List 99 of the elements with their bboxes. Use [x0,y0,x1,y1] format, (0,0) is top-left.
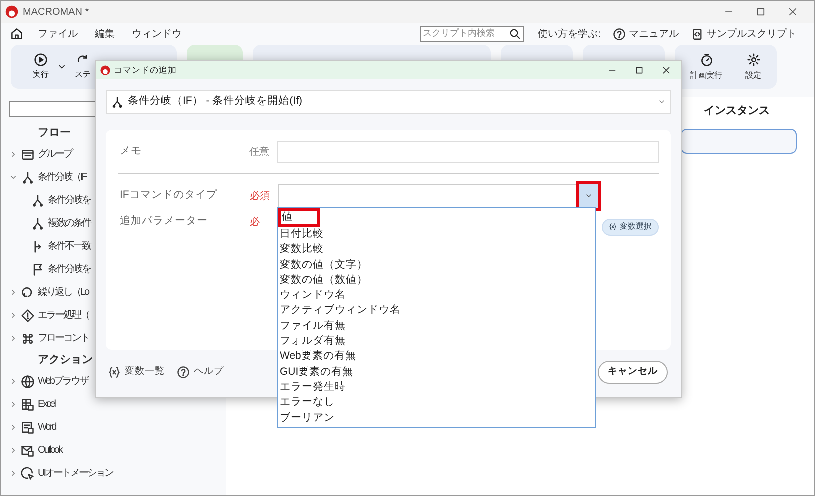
expand-chevron-icon[interactable] [9,423,18,432]
dropdown-option[interactable]: 変数の値（数値） [278,272,595,288]
tree-item[interactable]: エラー処理（ [38,308,89,323]
dropdown-option[interactable]: ウィンドウ名 [278,288,595,304]
dropdown-option[interactable]: 日付比較 [278,227,595,242]
toolbar-button[interactable]: 計画実行 [690,52,722,82]
dropdown-option[interactable]: エラー発生時 [278,380,595,396]
tree-item[interactable]: フローコント [38,331,89,346]
select-field[interactable] [278,184,598,208]
toolbar-button[interactable]: 実行 [33,53,49,81]
field-label: IFコマンドのタイプ [119,188,218,204]
search-icon [509,28,522,40]
home-icon [10,27,24,41]
expand-chevron-icon[interactable] [9,334,18,343]
help-link[interactable]: マニュアル [613,26,679,42]
dropdown-option[interactable]: ブーリアン [278,410,595,426]
help-link[interactable]: サンプルスクリプト [691,26,797,42]
tree-item[interactable]: 繰り返し（Lo [38,285,89,300]
branch-icon [31,216,45,230]
expand-chevron-icon[interactable] [9,173,18,182]
tree-item[interactable]: グループ [38,147,72,162]
menu-item[interactable]: ファイル [38,26,78,42]
branch-icon [31,194,45,208]
close-icon [662,66,671,74]
field-label: メモ [119,144,143,160]
flag-icon [31,262,45,276]
tree-item[interactable]: 複数の条件 [48,216,90,231]
requirement-label: 必須 [250,190,271,204]
search-field[interactable]: スクリプト内検索 [420,26,524,42]
menu-item[interactable]: 編集 [95,26,115,42]
expand-chevron-icon[interactable] [9,400,18,409]
script-icon [691,28,704,40]
dropdown-option[interactable]: 変数の値（文字） [278,258,595,273]
section-heading: アクション [38,352,93,368]
dropdown-option[interactable]: GUI要素の有無 [278,364,595,380]
tree-item[interactable]: Word [38,420,56,435]
toolbar-button[interactable]: ステ [75,53,91,81]
cancel-button[interactable]: キャンセル [598,361,668,384]
footer-link[interactable]: ヘルプ [177,365,224,380]
settings-icon [746,52,760,66]
warning-icon [21,308,35,322]
variable-select-button[interactable]: 変数選択 [602,218,659,236]
section-heading: フロー [38,126,71,141]
requirement-label: 必 [250,216,261,230]
folder-icon [21,148,35,162]
dropdown-option[interactable]: Web要素の有無 [278,349,595,365]
cursor-icon [21,466,35,480]
expand-chevron-icon[interactable] [9,311,18,320]
close-icon [788,7,798,17]
chevron-down-icon [658,98,666,106]
tree-item[interactable]: 条件分岐（IF [38,170,86,185]
branch-icon [21,170,35,184]
dialog-title: コマンドの追加 [114,64,177,76]
input-field[interactable] [681,128,797,154]
help-icon [177,366,190,379]
document-icon [21,420,35,434]
expand-chevron-icon[interactable] [9,469,18,478]
help-label: 使い方を学ぶ: [538,28,601,42]
tree-item[interactable]: 条件分岐を [48,262,90,277]
maximize-icon [756,7,766,17]
variable-icon [609,223,617,231]
maximize-icon [635,66,644,74]
tree-item[interactable]: UIオートメーション [38,466,113,481]
dropdown-option[interactable]: ファイル有無 [278,318,595,334]
expand-chevron-icon[interactable] [9,288,18,297]
footer-link[interactable]: 変数一覧 [108,365,165,380]
loop-icon [21,286,35,300]
branch-icon [111,96,124,108]
variable-icon [108,366,121,379]
dropdown-option[interactable]: 値 [278,208,320,227]
dropdown-option[interactable]: エラーなし [278,395,595,411]
menu-item[interactable]: ウィンドウ [132,26,182,42]
tree-item[interactable]: 条件不一致 [48,239,90,254]
toolbar-button[interactable]: 設定 [746,52,762,82]
chevron-down-icon [584,192,592,200]
dropdown-option[interactable]: フォルダ有無 [278,334,595,350]
field-label: 追加パラメーター [119,214,209,230]
window-title: MACROMAN * [23,6,90,20]
logo-icon [100,64,111,76]
help-icon [613,28,626,40]
tree-item[interactable]: Excel [38,397,55,412]
spreadsheet-icon [21,398,35,412]
dropdown-option[interactable]: 変数比較 [278,242,595,258]
command-dropdown[interactable]: 条件分岐（IF） - 条件分岐を開始(If) [106,90,671,114]
timer-icon [700,52,714,66]
tree-item[interactable]: 条件分岐を [48,193,90,208]
tree-item[interactable]: Webブラウザ [38,374,88,389]
envelope-icon [21,444,35,458]
dropdown-option[interactable]: アクティブウィンドウ名 [278,303,595,319]
column-header: インスタンス [704,104,770,119]
play-icon [34,53,48,67]
command-icon [21,332,35,346]
logo-icon [5,5,19,19]
globe-icon [21,374,35,388]
expand-chevron-icon[interactable] [9,150,18,159]
tree-item[interactable]: Outlook [38,443,62,458]
expand-chevron-icon[interactable] [9,377,18,386]
expand-chevron-icon[interactable] [9,446,18,455]
requirement-label: 任意 [250,146,271,160]
